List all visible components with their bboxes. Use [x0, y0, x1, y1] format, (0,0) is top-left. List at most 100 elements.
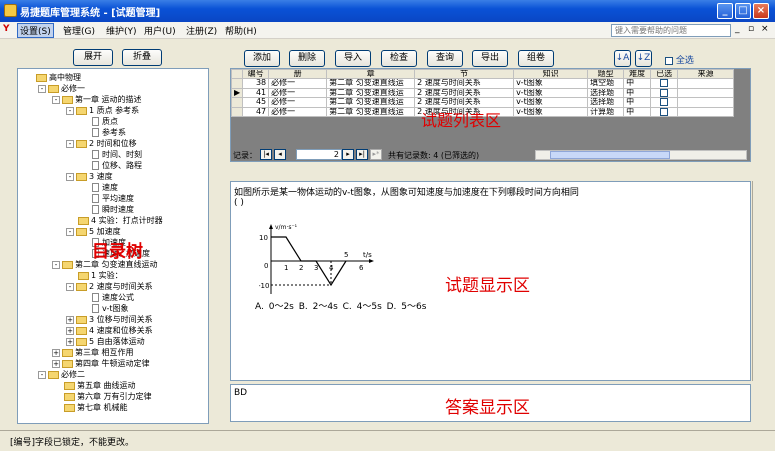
- next-record-button[interactable]: ▸: [342, 149, 354, 160]
- cell-type[interactable]: 计算题: [587, 106, 625, 117]
- select-all-box[interactable]: [665, 56, 673, 65]
- cell-selected[interactable]: [650, 78, 679, 89]
- tree-node[interactable]: 第五章 曲线运动: [52, 380, 136, 391]
- scrollbar-thumb[interactable]: [550, 151, 670, 159]
- record-number-field[interactable]: 2: [296, 149, 342, 160]
- cell-id[interactable]: 38: [242, 78, 270, 89]
- col-header-type[interactable]: 题型: [587, 69, 625, 79]
- tree-node[interactable]: 高中物理: [24, 72, 81, 83]
- new-record-button[interactable]: ▸*: [370, 149, 382, 160]
- collapse-node-icon[interactable]: -: [38, 84, 46, 93]
- cell-book[interactable]: 必修一: [268, 78, 328, 89]
- select-all-checkbox[interactable]: 全选: [665, 53, 694, 66]
- mdi-restore-icon[interactable]: ▫: [748, 24, 754, 34]
- import-button[interactable]: 导入: [335, 50, 371, 67]
- tree-node[interactable]: - 必修一: [38, 83, 85, 94]
- collapse-button[interactable]: 折叠: [122, 49, 162, 66]
- tree-node[interactable]: v-t图象: [80, 303, 129, 314]
- cell-selected[interactable]: [650, 106, 679, 117]
- cell-chapter[interactable]: 第二章 匀变速直线运: [326, 87, 416, 98]
- cell-type[interactable]: 选择题: [587, 97, 625, 108]
- tree-node[interactable]: +5 自由落体运动: [66, 336, 145, 347]
- tree-node[interactable]: - 1 质点 参考系: [66, 105, 139, 116]
- tree-node[interactable]: + 第三章 相互作用: [52, 347, 134, 358]
- minimize-button[interactable]: _: [717, 3, 733, 19]
- cell-type[interactable]: 填空题: [587, 78, 625, 89]
- check-button[interactable]: 检查: [381, 50, 417, 67]
- selected-checkbox[interactable]: [660, 107, 669, 116]
- col-header-knowledge[interactable]: 知识: [513, 69, 589, 79]
- tree-node[interactable]: - 2 速度与时间关系: [66, 281, 153, 292]
- first-record-button[interactable]: |◂: [260, 149, 272, 160]
- maximize-button[interactable]: □: [735, 3, 751, 19]
- tree-node[interactable]: - 3 速度: [66, 171, 113, 182]
- menu-help[interactable]: 帮助(H): [225, 24, 257, 37]
- help-search-input[interactable]: 键入需要帮助的问题: [611, 24, 731, 37]
- tree-node[interactable]: 第七章 机械能: [52, 402, 128, 413]
- tree-node[interactable]: - 必修二: [38, 369, 85, 380]
- cell-source[interactable]: [677, 97, 735, 108]
- table-row[interactable]: ▶ 41 必修一 第二章 匀变速直线运 2 速度与时间关系 v-t图象 选择题中: [231, 87, 735, 98]
- sort-ascending-icon[interactable]: ↓A: [614, 50, 631, 67]
- collapse-node-icon[interactable]: -: [52, 260, 60, 269]
- cell-chapter[interactable]: 第二章 匀变速直线运: [326, 97, 416, 108]
- col-header-source[interactable]: 来源: [677, 69, 735, 79]
- col-header-chapter[interactable]: 章: [326, 69, 416, 79]
- selected-checkbox[interactable]: [660, 98, 669, 106]
- tree-node[interactable]: 速度: [80, 182, 118, 193]
- tree-node[interactable]: 平均速度: [80, 193, 134, 204]
- sort-descending-icon[interactable]: ↓Z: [635, 50, 652, 67]
- col-header-selected[interactable]: 已选: [650, 69, 679, 79]
- cell-source[interactable]: [677, 106, 735, 117]
- table-row[interactable]: 45 必修一 第二章 匀变速直线运 2 速度与时间关系 v-t图象 选择题中: [231, 97, 735, 108]
- add-button[interactable]: 添加: [244, 50, 280, 67]
- horizontal-scrollbar[interactable]: [535, 150, 747, 160]
- collapse-node-icon[interactable]: -: [66, 282, 74, 291]
- tree-node[interactable]: 时间、时刻: [80, 149, 142, 160]
- last-record-button[interactable]: ▸|: [356, 149, 368, 160]
- cell-book[interactable]: 必修一: [268, 97, 328, 108]
- export-button[interactable]: 导出: [472, 50, 508, 67]
- mdi-minimize-icon[interactable]: _: [735, 24, 740, 34]
- tree-node[interactable]: 参考系: [80, 127, 126, 138]
- cell-difficulty[interactable]: 中: [623, 106, 652, 117]
- tree-node[interactable]: 质点: [80, 116, 118, 127]
- cell-id[interactable]: 41: [242, 87, 270, 98]
- app-menu-icon[interactable]: Y: [3, 24, 10, 34]
- tree-node[interactable]: 位移、路程: [80, 160, 142, 171]
- expand-node-icon[interactable]: +: [66, 326, 74, 335]
- cell-knowledge[interactable]: v-t图象: [513, 78, 589, 89]
- cell-knowledge[interactable]: v-t图象: [513, 87, 589, 98]
- col-header-id[interactable]: 编号: [242, 69, 270, 79]
- tree-node[interactable]: +4 速度和位移关系: [66, 325, 153, 336]
- menu-settings[interactable]: 设置(S): [17, 23, 54, 38]
- close-button[interactable]: ×: [753, 3, 769, 19]
- tree-node[interactable]: - 第一章 运动的描述: [52, 94, 142, 105]
- col-header-section[interactable]: 节: [414, 69, 515, 79]
- tree-node[interactable]: - 5 加速度: [66, 226, 121, 237]
- cell-source[interactable]: [677, 78, 735, 89]
- cell-book[interactable]: 必修一: [268, 87, 328, 98]
- cell-knowledge[interactable]: v-t图象: [513, 97, 589, 108]
- delete-button[interactable]: 删除: [289, 50, 325, 67]
- col-header-difficulty[interactable]: 难度: [623, 69, 652, 79]
- tree-node[interactable]: 1 实验：: [66, 270, 123, 281]
- cell-section[interactable]: 2 速度与时间关系: [414, 97, 515, 108]
- tree-node[interactable]: +3 位移与时间关系: [66, 314, 153, 325]
- row-selector[interactable]: [231, 78, 244, 89]
- cell-section[interactable]: 2 速度与时间关系: [414, 87, 515, 98]
- cell-type[interactable]: 选择题: [587, 87, 625, 98]
- cell-difficulty[interactable]: 中: [623, 78, 652, 89]
- menu-register[interactable]: 注册(Z): [186, 24, 217, 37]
- tree-node[interactable]: 瞬时速度: [80, 204, 134, 215]
- tree-node[interactable]: 4 实验：打点计时器: [66, 215, 163, 226]
- tree-node[interactable]: - 2 时间和位移: [66, 138, 137, 149]
- cell-knowledge[interactable]: v-t图象: [513, 106, 589, 117]
- col-header-book[interactable]: 册: [268, 69, 328, 79]
- table-row[interactable]: 38 必修一 第二章 匀变速直线运 2 速度与时间关系 v-t图象 填空题中: [231, 78, 735, 89]
- cell-id[interactable]: 45: [242, 97, 270, 108]
- expand-node-icon[interactable]: +: [66, 315, 74, 324]
- collapse-node-icon[interactable]: -: [66, 227, 74, 236]
- selected-checkbox[interactable]: [660, 88, 669, 97]
- expand-node-icon[interactable]: +: [66, 337, 74, 346]
